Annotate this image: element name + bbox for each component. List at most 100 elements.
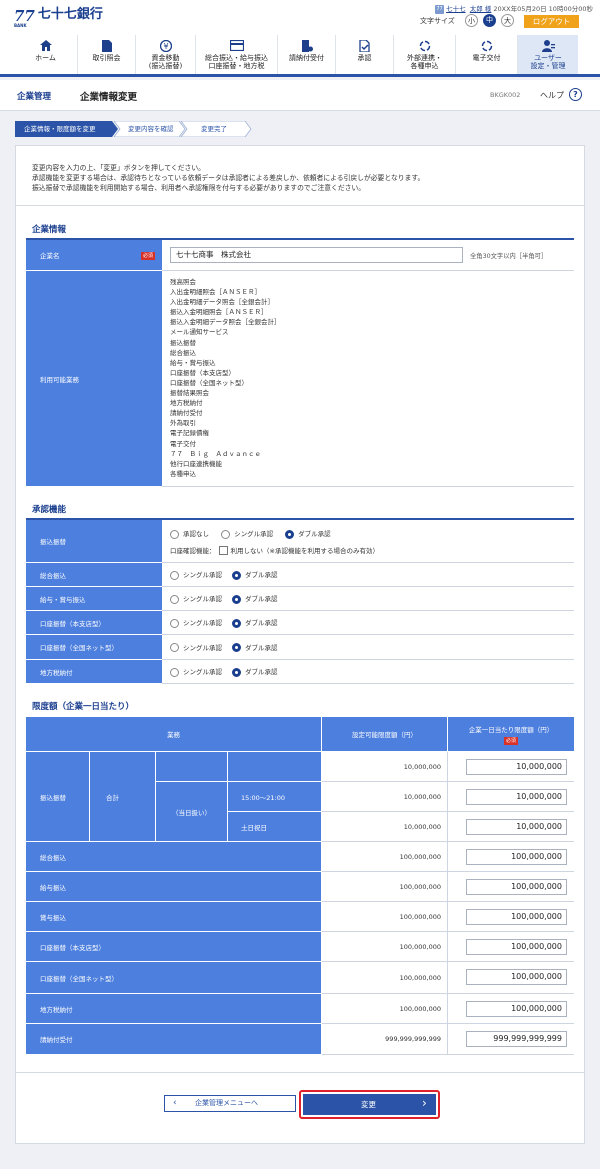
approval-double-option[interactable]: ダブル承認 xyxy=(232,666,278,677)
help-link[interactable]: ヘルプ xyxy=(540,90,564,101)
approval-row-label: 口座振替（本支店型） xyxy=(26,611,162,635)
time-label: 15:00～21:00 xyxy=(228,782,322,812)
approval-row-label: 給与・賞与振込 xyxy=(26,587,162,611)
services-list: 残高照会 入出金明細照会［ＡＮＳＥＲ］ 入出金明細データ照会［全銀会計］ 振込入金明細… xyxy=(170,277,281,479)
col-max-header: 設定可能限度額（円） xyxy=(322,717,448,752)
nav-external[interactable]: 外部連携・ 各種申込 xyxy=(394,35,456,74)
chevron-right-icon: › xyxy=(422,1096,427,1110)
approval-double-option[interactable]: ダブル承認 xyxy=(232,569,278,580)
bank-name: 七十七銀行 xyxy=(37,7,103,22)
limit-input[interactable]: 100,000,000 xyxy=(466,879,567,895)
nav-e-delivery[interactable]: 電子交付 xyxy=(456,35,518,74)
nav-funds-transfer[interactable]: ¥ 資金移動 (振込振替) xyxy=(136,35,196,74)
approval-row-label: 総合振込 xyxy=(26,563,162,587)
limit-input[interactable]: 100,000,000 xyxy=(466,1001,567,1017)
nav-user-settings[interactable]: ユーザー 設定・管理 xyxy=(518,35,578,74)
help-icon[interactable]: ? xyxy=(569,88,582,101)
back-to-menu-button[interactable]: ‹ 企業管理メニューへ xyxy=(164,1095,296,1112)
approval-double-option[interactable]: ダブル承認 xyxy=(232,642,278,653)
service-item: 残高照会 xyxy=(170,278,196,286)
limit-input[interactable]: 100,000,000 xyxy=(466,909,567,925)
nav-home[interactable]: ホーム xyxy=(14,35,78,74)
approval-double-option[interactable]: ダブル承認 xyxy=(232,617,278,628)
company-info-title: 企業情報 xyxy=(32,225,67,235)
approval-row-options: シングル承認 ダブル承認 xyxy=(162,635,574,660)
limit-input[interactable]: 100,000,000 xyxy=(466,969,567,985)
approval-none-option[interactable]: 承認なし xyxy=(170,529,209,539)
document-icon xyxy=(100,40,114,52)
limit-input-cell: 100,000,000 xyxy=(448,902,574,932)
submit-change-button[interactable]: 変更 › xyxy=(303,1094,436,1115)
limit-input[interactable]: 10,000,000 xyxy=(466,819,567,835)
max-limit-value: 100,000,000 xyxy=(322,842,448,872)
approval-single-option[interactable]: シングル承認 xyxy=(221,529,273,539)
chevron-left-icon: ‹ xyxy=(173,1098,177,1108)
limit-input[interactable]: 999,999,999,999 xyxy=(466,1031,567,1047)
divider xyxy=(15,1072,585,1073)
service-item: 外為取引 xyxy=(170,419,196,428)
step-3: 変更完了 xyxy=(201,125,227,133)
approve-icon xyxy=(358,39,372,53)
approval-double-option[interactable]: ダブル承認 xyxy=(232,593,278,604)
font-small-button[interactable]: 小 xyxy=(465,14,478,27)
account-confirm-row: 口座確認機能： 利用しない（※承認機能を利用する場合のみ有効） xyxy=(170,546,379,555)
col-service-header: 業務 xyxy=(26,717,322,752)
approval-single-option[interactable]: シングル承認 xyxy=(170,617,222,628)
nav-inquiry[interactable]: 取引照会 xyxy=(78,35,136,74)
limit-input[interactable]: 100,000,000 xyxy=(466,849,567,865)
approval-double-option[interactable]: ダブル承認 xyxy=(285,529,331,539)
transfer-blank-cell xyxy=(156,752,228,782)
service-item: 電子交付 xyxy=(170,439,196,448)
nav-approval[interactable]: 承認 xyxy=(336,35,394,74)
user-company-link[interactable]: 七十七 xyxy=(446,5,466,13)
radio-selected-icon xyxy=(232,594,241,604)
max-limit-value: 10,000,000 xyxy=(322,752,448,782)
service-item: 各種申込 xyxy=(170,469,196,478)
account-confirm-checkbox[interactable] xyxy=(218,546,228,555)
header: 77 BANK 七十七銀行 77 七十七 太郎 様 20XX年05月20日 10… xyxy=(0,0,600,35)
font-large-button[interactable]: 大 xyxy=(501,14,514,27)
approval-single-option[interactable]: シングル承認 xyxy=(170,569,222,580)
global-nav: ホーム 取引照会 ¥ 資金移動 (振込振替) 総合振込・給与振込 口座振替・地方税 … xyxy=(0,35,600,77)
bank-mark: 77 xyxy=(14,7,35,25)
max-limit-value: 100,000,000 xyxy=(322,902,448,932)
link-icon xyxy=(418,40,432,52)
approval-single-option[interactable]: シングル承認 xyxy=(170,666,222,677)
user-name-link[interactable]: 太郎 様 xyxy=(470,5,492,13)
limit-input[interactable]: 10,000,000 xyxy=(466,789,567,805)
limit-input-cell: 100,000,000 xyxy=(448,872,574,902)
limit-input[interactable]: 100,000,000 xyxy=(466,939,567,955)
svg-text:¥: ¥ xyxy=(163,42,168,51)
nav-tax-payment[interactable]: 請納付受付 xyxy=(278,35,336,74)
logout-button[interactable]: ログアウト xyxy=(524,15,579,28)
max-limit-value: 100,000,000 xyxy=(322,962,448,994)
service-item: 振込入金明細照会［ＡＮＳＥＲ］ xyxy=(170,308,268,317)
service-item: 請納付受付 xyxy=(170,409,203,418)
service-item: 振込振替 xyxy=(170,338,196,347)
approval-single-option[interactable]: シングル承認 xyxy=(170,642,222,653)
service-item: 口座振替（本支店型） xyxy=(170,368,235,377)
font-medium-button[interactable]: 中 xyxy=(483,14,496,27)
max-limit-value: 10,000,000 xyxy=(322,782,448,812)
limit-input[interactable]: 10,000,000 xyxy=(466,759,567,775)
nav-bulk-transfer[interactable]: 総合振込・給与振込 口座振替・地方税 xyxy=(196,35,278,74)
max-limit-value: 100,000,000 xyxy=(322,932,448,962)
limit-row-label: 賞与振込 xyxy=(26,902,322,932)
font-size-label: 文字サイズ xyxy=(420,17,455,25)
company-name-input[interactable]: 七十七商事 株式会社 xyxy=(170,247,463,263)
limit-input-cell: 10,000,000 xyxy=(448,782,574,812)
approval-single-option[interactable]: シングル承認 xyxy=(170,593,222,604)
approval-row-options: シングル承認 ダブル承認 xyxy=(162,611,574,635)
instructions: 変更内容を入力の上、「変更」ボタンを押してください。 承認機能を変更する場合は、… xyxy=(32,164,425,192)
service-item: 入出金明細照会［ＡＮＳＥＲ］ xyxy=(170,288,261,297)
card-icon xyxy=(229,39,244,52)
login-datetime: 20XX年05月20日 10時00分00秒 xyxy=(493,5,593,13)
service-item: 地方税納付 xyxy=(170,399,203,408)
limit-input-cell: 10,000,000 xyxy=(448,752,574,782)
max-limit-value: 999,999,999,999 xyxy=(322,1024,448,1055)
radio-selected-icon xyxy=(232,570,241,580)
limit-input-cell: 100,000,000 xyxy=(448,932,574,962)
max-limit-value: 100,000,000 xyxy=(322,994,448,1024)
limit-input-cell: 100,000,000 xyxy=(448,994,574,1024)
bank-logo[interactable]: 77 BANK 七十七銀行 xyxy=(14,7,103,29)
